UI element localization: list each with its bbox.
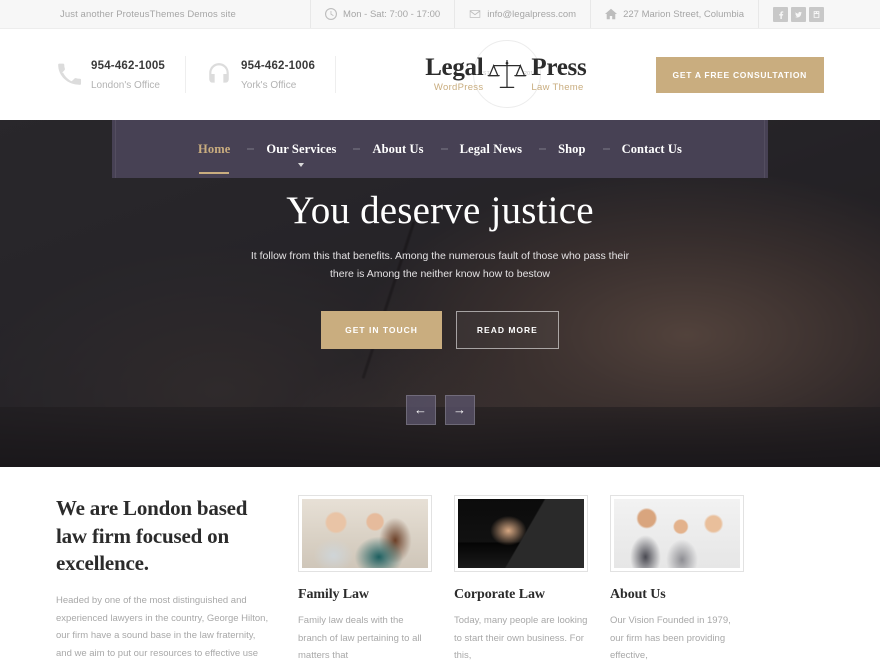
family-law-photo [298, 495, 432, 572]
card-about-us[interactable]: About Us Our Vision Founded in 1979, our… [610, 495, 744, 660]
nav-item-home[interactable]: Home [180, 141, 248, 175]
nav-item-our-services[interactable]: Our Services [248, 141, 354, 168]
card-family-law[interactable]: Family Law Family law deals with the bra… [298, 495, 432, 660]
home-icon [605, 8, 618, 20]
logo-word-left: Legal [425, 53, 484, 81]
nav-item-legal-news[interactable]: Legal News [442, 143, 540, 156]
nav-item-shop-label: Shop [558, 141, 586, 156]
clock-icon [325, 8, 338, 20]
contact-email[interactable]: info@legalpress.com [454, 0, 590, 28]
hero-buttons: GET IN TOUCH READ MORE [321, 310, 559, 349]
top-bar: Just another ProteusThemes Demos site Mo… [0, 0, 880, 29]
logo-sub-left: WordPress [433, 81, 484, 93]
contact-email-text: info@legalpress.com [487, 8, 577, 20]
slider-prev-button[interactable]: ← [405, 394, 436, 425]
header-phone-london: 954-462-1005 London's Office [56, 56, 187, 93]
logo-word-right: Press [531, 53, 587, 81]
business-hours-text: Mon - Sat: 7:00 - 17:00 [343, 8, 441, 20]
about-us-photo [610, 495, 744, 572]
hero-title: You deserve justice [286, 189, 594, 232]
nav-list: Home Our Services About Us Legal News Sh… [180, 141, 700, 175]
facebook-icon[interactable] [773, 6, 788, 22]
card-about-us-title: About Us [610, 587, 666, 602]
site-header: 954-462-1005 London's Office 954-462-100… [0, 29, 880, 120]
intro-block: We are London based law firm focused on … [56, 495, 270, 660]
youtube-icon[interactable] [809, 6, 824, 22]
header-phone-york-label: York's Office [241, 79, 297, 91]
main-content: We are London based law firm focused on … [56, 467, 824, 660]
card-corporate-law-body: Today, many people are looking to start … [454, 615, 588, 660]
nav-item-about-us-label: About Us [372, 141, 424, 156]
read-more-button[interactable]: READ MORE [455, 310, 559, 349]
corporate-law-photo [454, 495, 588, 572]
header-phone-york-number: 954-462-1006 [241, 60, 316, 73]
nav-item-shop[interactable]: Shop [540, 143, 604, 156]
contact-address-text: 227 Marion Street, Columbia [623, 8, 744, 20]
business-hours: Mon - Sat: 7:00 - 17:00 [310, 0, 454, 28]
headset-icon [206, 61, 232, 87]
envelope-icon [469, 8, 481, 20]
free-consultation-button[interactable]: GET A FREE CONSULTATION [655, 56, 824, 93]
nav-item-legal-news-label: Legal News [459, 141, 523, 156]
nav-item-contact-us-label: Contact Us [621, 141, 682, 156]
phone-icon [56, 61, 82, 87]
nav-item-our-services-label: Our Services [266, 141, 337, 156]
header-phone-london-label: London's Office [91, 79, 160, 91]
get-in-touch-button[interactable]: GET IN TOUCH [321, 310, 442, 349]
card-corporate-law[interactable]: Corporate Law Today, many people are loo… [454, 495, 588, 660]
card-family-law-body: Family law deals with the branch of law … [298, 615, 422, 660]
card-family-law-title: Family Law [298, 587, 369, 602]
nav-item-home-label: Home [198, 141, 231, 156]
card-corporate-law-title: Corporate Law [454, 587, 545, 602]
contact-address: 227 Marion Street, Columbia [590, 0, 758, 28]
main-navigation: Home Our Services About Us Legal News Sh… [112, 120, 768, 178]
intro-body: Headed by one of the most distinguished … [56, 595, 269, 659]
slider-controls: ← → [405, 394, 475, 425]
intro-title: We are London based law firm focused on … [56, 496, 248, 576]
header-phone-york: 954-462-1006 York's Office [206, 56, 337, 93]
header-phone-london-number: 954-462-1005 [91, 60, 166, 73]
site-logo[interactable]: Legal WordPress EST 2015 Press Law Theme [356, 39, 655, 108]
feature-cards: Family Law Family law deals with the bra… [298, 495, 824, 660]
nav-item-contact-us[interactable]: Contact Us [604, 143, 700, 156]
chevron-down-icon [298, 163, 305, 168]
logo-sub-right: Law Theme [531, 81, 584, 93]
site-tagline: Just another ProteusThemes Demos site [60, 8, 236, 20]
nav-active-underline [199, 172, 230, 175]
social-links [758, 0, 824, 28]
twitter-icon[interactable] [791, 6, 806, 22]
slider-next-button[interactable]: → [444, 394, 475, 425]
card-about-us-body: Our Vision Founded in 1979, our firm has… [610, 615, 731, 660]
nav-item-about-us[interactable]: About Us [354, 143, 441, 156]
hero-subtitle: It follow from this that benefits. Among… [250, 249, 630, 281]
